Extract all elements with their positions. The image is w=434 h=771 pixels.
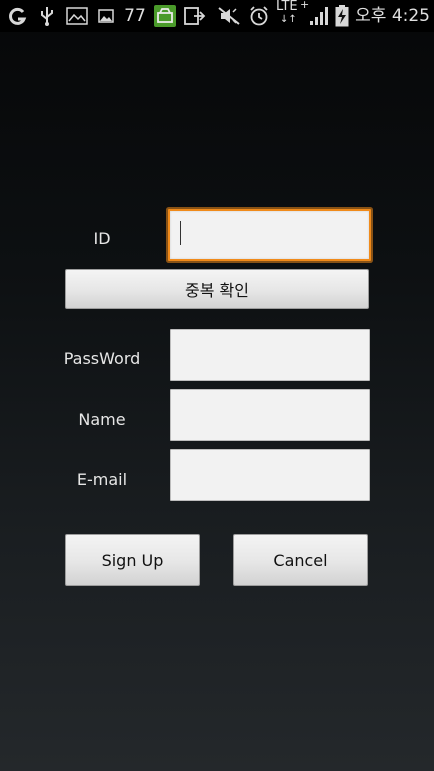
password-input[interactable] bbox=[170, 329, 370, 381]
id-label: ID bbox=[93, 229, 111, 248]
cancel-button[interactable]: Cancel bbox=[233, 534, 368, 586]
mute-icon bbox=[216, 0, 242, 32]
email-input[interactable] bbox=[170, 449, 370, 501]
image-notification-icon bbox=[64, 0, 90, 32]
lte-data-icon: LTE + ↓↑ bbox=[276, 0, 309, 32]
name-input[interactable] bbox=[170, 389, 370, 441]
password-label: PassWord bbox=[63, 349, 141, 368]
download-notification-icon bbox=[152, 0, 178, 32]
signup-button[interactable]: Sign Up bbox=[65, 534, 200, 586]
badge-count: 77 bbox=[124, 6, 146, 26]
duplicate-check-button[interactable]: 중복 확인 bbox=[65, 269, 369, 309]
name-label: Name bbox=[78, 410, 126, 429]
share-icon bbox=[183, 0, 207, 32]
signal-icon bbox=[308, 0, 330, 32]
text-cursor bbox=[180, 221, 181, 245]
email-label: E-mail bbox=[76, 470, 128, 489]
status-bar: 77 LTE + ↓↑ 오후 4:25 bbox=[0, 0, 434, 32]
cancel-label: Cancel bbox=[273, 550, 328, 570]
signup-label: Sign Up bbox=[101, 550, 164, 570]
photo-notification-icon bbox=[96, 0, 116, 32]
id-input[interactable] bbox=[168, 209, 371, 261]
usb-icon bbox=[36, 0, 58, 32]
alarm-icon bbox=[247, 0, 271, 32]
duplicate-check-label: 중복 확인 bbox=[185, 281, 249, 300]
g-app-icon bbox=[6, 0, 30, 32]
clock: 오후 4:25 bbox=[355, 6, 430, 26]
battery-charging-icon bbox=[334, 0, 350, 32]
